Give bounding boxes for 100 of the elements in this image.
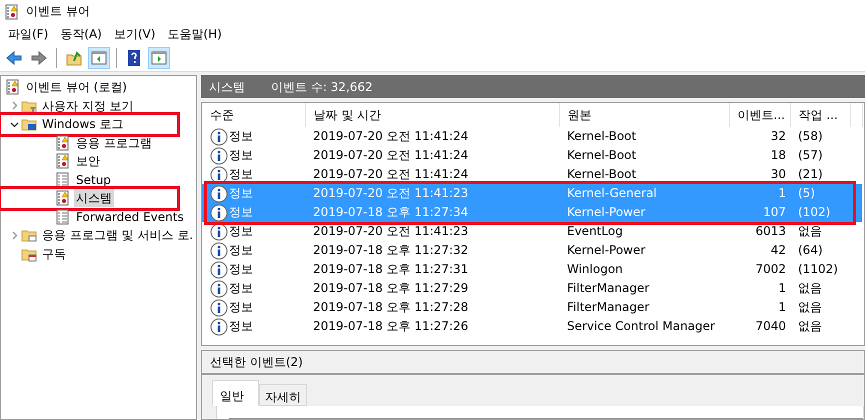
table-cell: (5) — [798, 186, 815, 200]
table-cell: 2019-07-18 오후 11:27:28 — [313, 300, 468, 314]
log-icon — [55, 134, 71, 151]
table-cell: Kernel-Boot — [567, 167, 636, 181]
menu-item[interactable]: 파일(F) — [4, 24, 56, 42]
log-icon — [55, 153, 71, 170]
info-icon — [210, 146, 228, 164]
collapsed-chevron-icon[interactable] — [10, 230, 18, 240]
help-icon — [125, 49, 143, 67]
table-cell: 2019-07-18 오후 11:27:29 — [313, 281, 468, 295]
tree-item[interactable]: Windows 로그 — [40, 115, 126, 134]
table-cell: 2019-07-20 오전 11:41:24 — [313, 129, 468, 143]
tree-item[interactable]: 응용 프로그램 — [74, 134, 154, 152]
table-cell: 1 — [778, 186, 786, 200]
table-row[interactable]: 정보 2019-07-18 오후 11:27:28 FilterManager 1 없음 — [202, 298, 862, 317]
table-cell: 2019-07-20 오전 11:41:24 — [313, 148, 468, 162]
table-cell: 6013 — [755, 224, 786, 238]
tree-item[interactable]: 사용자 지정 보기 — [40, 96, 136, 115]
column-header[interactable]: 날짜 및 시간 — [305, 103, 559, 127]
tree-item[interactable]: 응용 프로그램 및 서비스 로. — [40, 226, 196, 244]
table-cell: 2019-07-18 오후 11:27:31 — [313, 262, 468, 276]
table-cell: 정보 — [229, 204, 253, 221]
table-cell: (102) — [798, 205, 830, 219]
table-cell: 정보 — [229, 128, 253, 145]
table-cell: 1 — [778, 281, 786, 295]
info-icon — [210, 318, 228, 336]
toolbar-button[interactable] — [88, 47, 110, 69]
table-cell: 30 — [770, 167, 786, 181]
tree-item[interactable]: 구독 — [40, 244, 68, 263]
tree-item[interactable]: 이벤트 뷰어 (로컬) — [24, 78, 129, 96]
table-cell: FilterManager — [567, 281, 650, 295]
toolbar-button[interactable] — [148, 47, 170, 69]
table-cell: Kernel-Power — [567, 205, 646, 219]
table-cell: 7040 — [755, 319, 786, 333]
column-header[interactable]: 이벤트... — [729, 103, 790, 127]
table-row[interactable]: 정보 2019-07-20 오전 11:41:24 Kernel-Boot 30 (21) — [202, 165, 862, 184]
table-cell: 정보 — [229, 318, 253, 335]
table-cell: Kernel-Boot — [567, 148, 636, 162]
table-cell: 정보 — [229, 242, 253, 259]
table-cell: 18 — [770, 148, 786, 162]
collapsed-chevron-icon[interactable] — [10, 101, 18, 110]
table-cell: 정보 — [229, 299, 253, 316]
info-icon — [210, 222, 228, 240]
column-header[interactable]: 작업 ... — [790, 103, 850, 127]
menu-item[interactable]: 도움말(H) — [163, 24, 230, 42]
table-cell: 42 — [770, 243, 786, 257]
detail-title: 선택한 이벤트(2) — [210, 354, 303, 371]
table-cell: 2019-07-20 오전 11:41:23 — [313, 186, 468, 200]
table-row[interactable]: 정보 2019-07-18 오후 11:27:32 Kernel-Power 42 (64) — [202, 241, 862, 260]
table-row[interactable]: 정보 2019-07-18 오후 11:27:26 Service Control Manager 7040 없음 — [202, 317, 862, 336]
table-cell: 2019-07-20 오전 11:41:24 — [313, 167, 468, 181]
info-icon — [210, 280, 228, 298]
table-cell: Winlogon — [567, 262, 623, 276]
table-cell: 없음 — [798, 281, 822, 295]
table-cell: 정보 — [229, 261, 253, 278]
table-row[interactable]: 정보 2019-07-18 오후 11:27:29 FilterManager 1 없음 — [202, 279, 862, 298]
menu-item[interactable]: 보기(V) — [110, 24, 164, 42]
tree-item[interactable]: Setup — [74, 170, 113, 189]
table-cell: (58) — [798, 129, 823, 143]
table-cell: Kernel-Power — [567, 243, 646, 257]
tab[interactable]: 자세히 — [259, 384, 307, 406]
expanded-chevron-icon[interactable] — [10, 120, 18, 129]
table-cell: 정보 — [229, 223, 253, 240]
table-cell: (21) — [798, 167, 823, 181]
table-cell: 정보 — [229, 185, 253, 202]
folder-up-icon — [65, 49, 83, 67]
back-arrow-icon — [5, 49, 23, 67]
table-cell: 7002 — [755, 262, 786, 276]
table-cell: (57) — [798, 148, 823, 162]
pane-icon — [150, 49, 168, 67]
tab[interactable]: 일반 — [212, 380, 259, 406]
tree-item[interactable]: 시스템 — [74, 189, 114, 208]
table-cell: Kernel-General — [567, 186, 657, 200]
info-icon — [210, 298, 228, 316]
info-icon — [210, 260, 228, 278]
info-icon — [210, 166, 228, 184]
table-row[interactable]: 정보 2019-07-18 오후 11:27:31 Winlogon 7002 (1102) — [202, 260, 862, 279]
pane-icon — [90, 49, 108, 67]
table-cell: 정보 — [229, 280, 253, 297]
column-header[interactable]: 수준 — [202, 103, 305, 127]
log-icon — [55, 172, 71, 188]
log-icon — [55, 190, 71, 206]
tree-item[interactable]: 보안 — [74, 152, 102, 170]
info-icon — [210, 204, 228, 222]
table-row[interactable]: 정보 2019-07-20 오전 11:41:24 Kernel-Boot 18 (57) — [202, 146, 862, 165]
menu-item[interactable]: 동작(A) — [56, 24, 110, 42]
column-header[interactable]: 원본 — [559, 103, 729, 127]
table-row[interactable]: 정보 2019-07-20 오전 11:41:23 EventLog 6013 없음 — [202, 222, 862, 241]
table-row[interactable]: 정보 2019-07-20 오전 11:41:24 Kernel-Boot 32 (58) — [202, 127, 862, 146]
tree-item[interactable]: Forwarded Events — [74, 208, 186, 226]
table-cell: 없음 — [798, 224, 822, 238]
info-icon — [210, 242, 228, 260]
log-title: 시스템 — [209, 78, 245, 96]
table-cell: 2019-07-18 오후 11:27:34 — [313, 205, 468, 219]
table-cell: 32 — [770, 129, 786, 143]
table-cell: (1102) — [798, 262, 838, 276]
table-cell: 1 — [778, 300, 786, 314]
table-cell: 107 — [763, 205, 786, 219]
info-icon — [210, 128, 228, 146]
forward-arrow-icon — [30, 49, 48, 67]
